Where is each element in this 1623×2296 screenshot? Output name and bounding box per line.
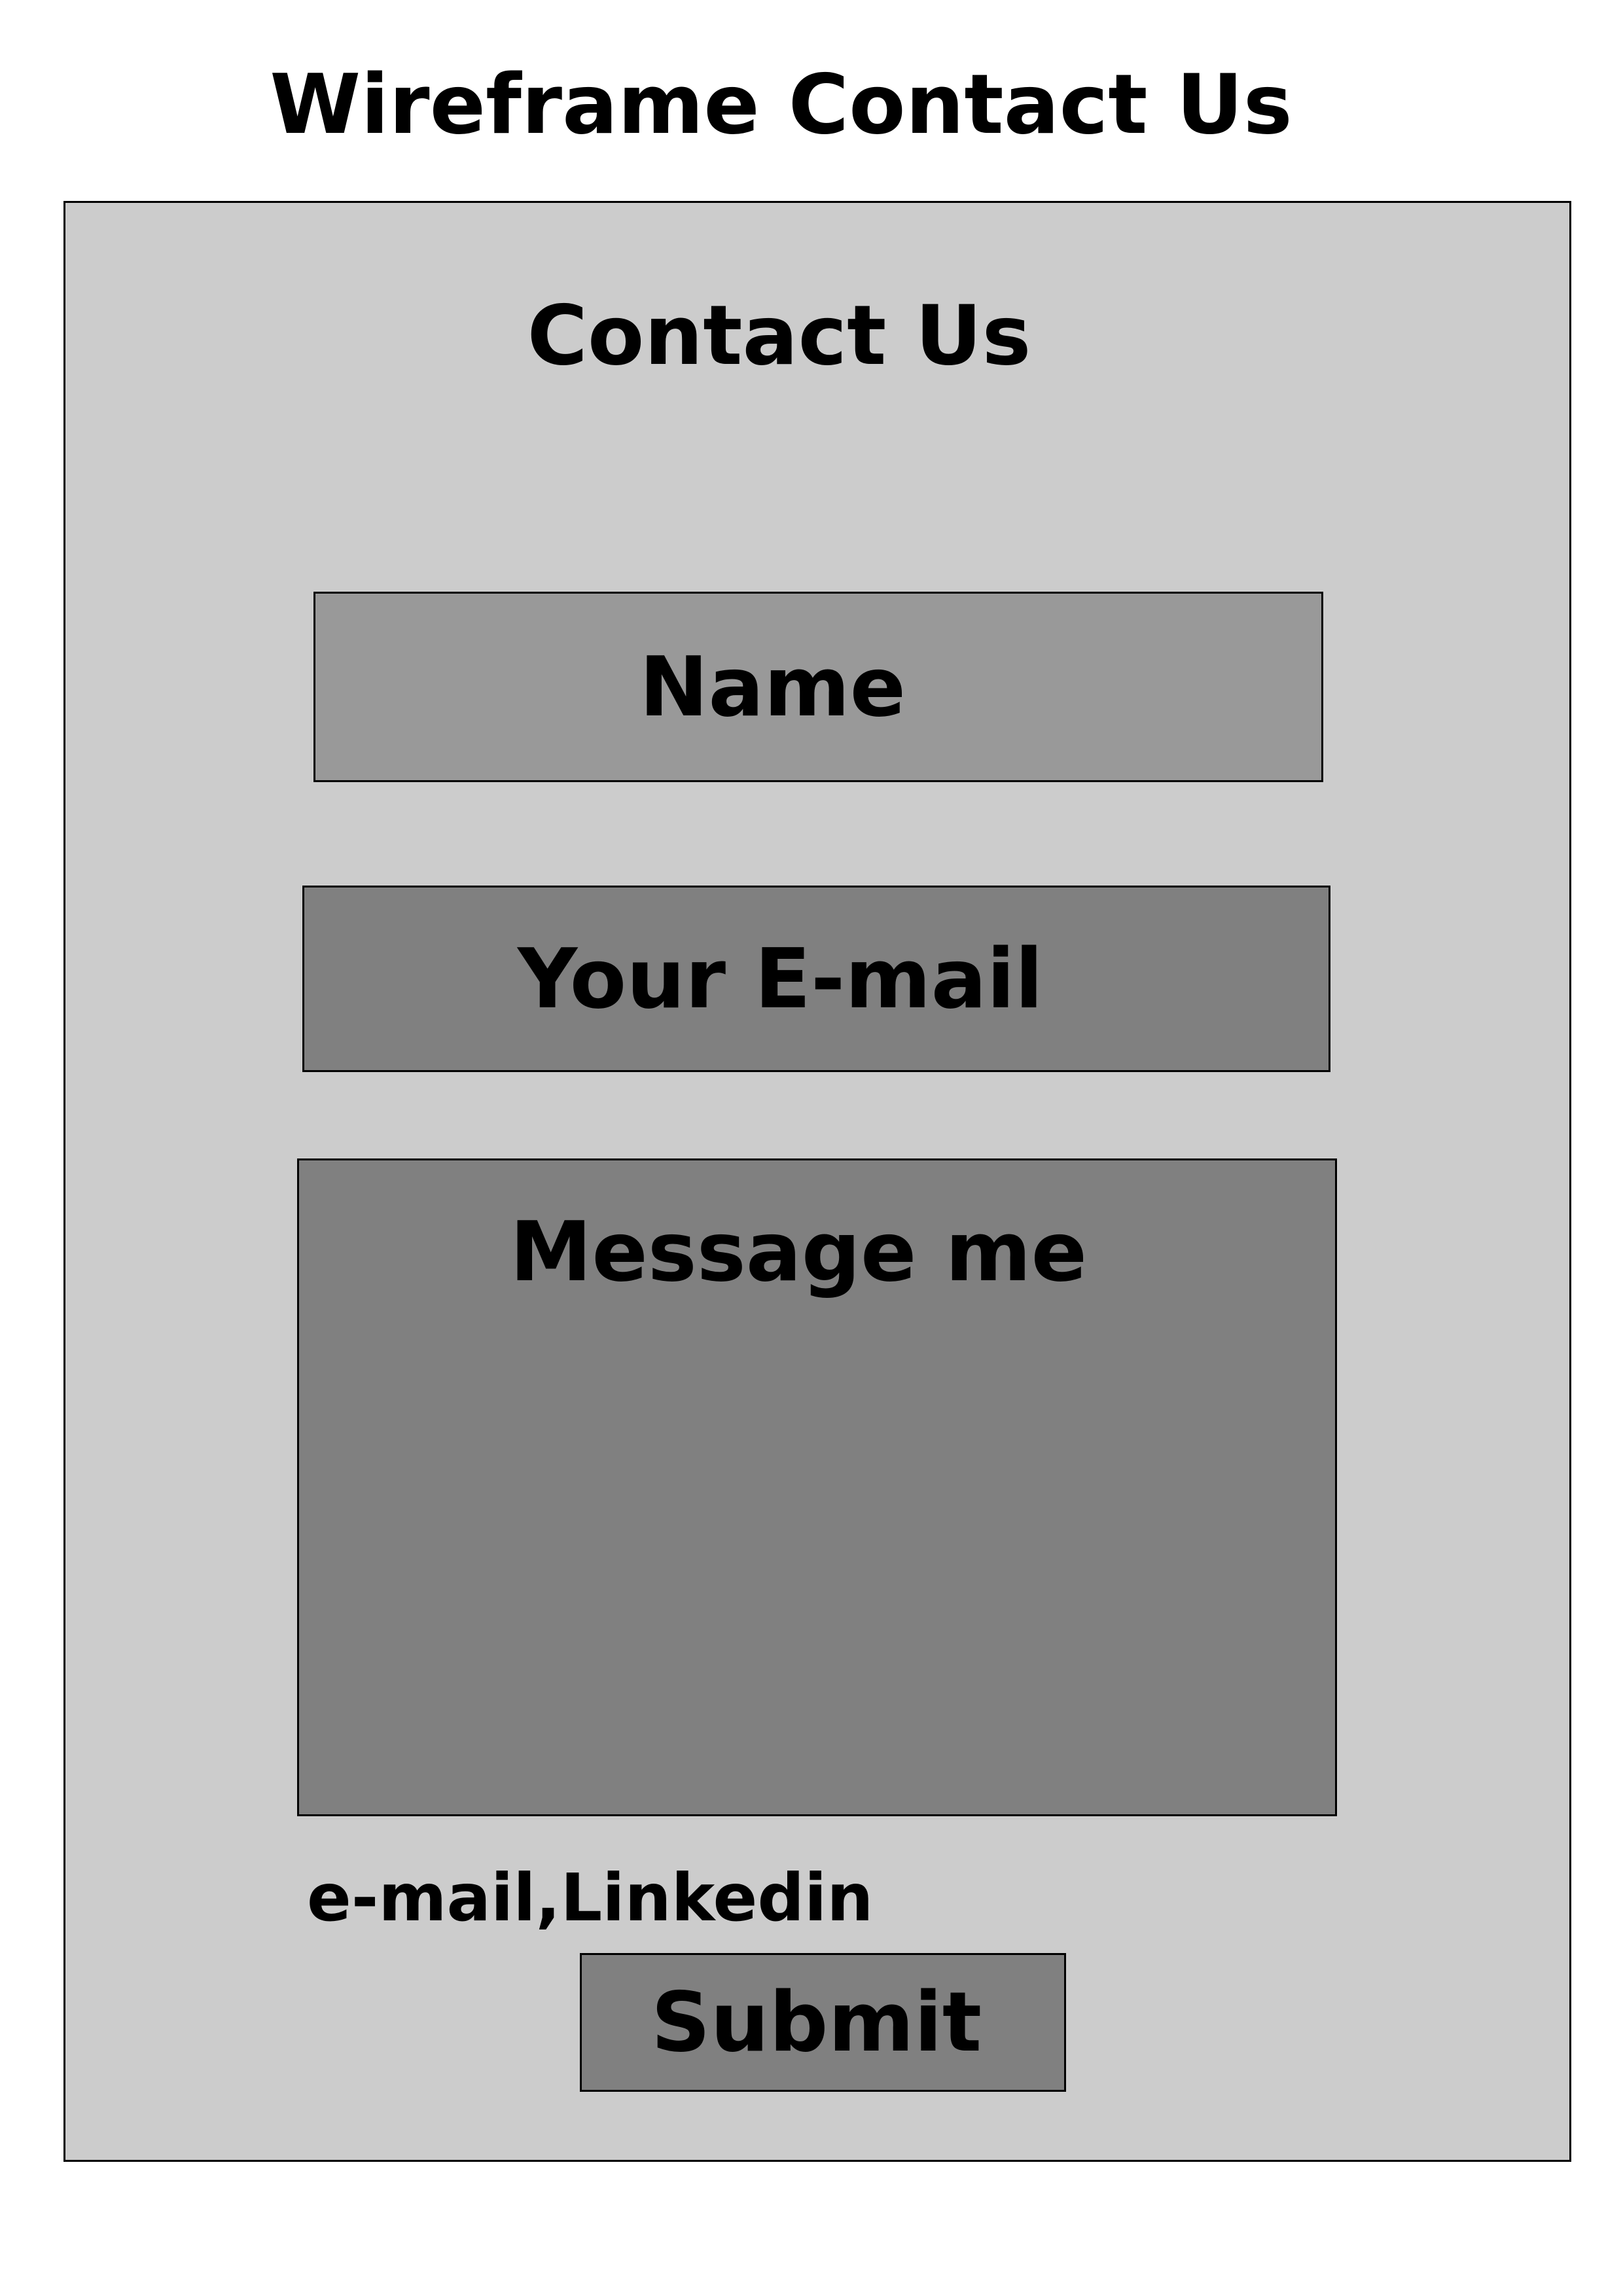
page-title: Wireframe Contact Us xyxy=(270,56,1293,152)
contact-links-text: e-mail,Linkedin xyxy=(307,1859,874,1936)
contact-frame: Contact Us Name Your E-mail Message me e… xyxy=(63,201,1571,2162)
email-field[interactable]: Your E-mail xyxy=(302,886,1330,1072)
name-field[interactable]: Name xyxy=(313,592,1323,782)
contact-heading: Contact Us xyxy=(527,287,1031,384)
message-field-label: Message me xyxy=(509,1204,1088,1300)
message-field[interactable]: Message me xyxy=(297,1158,1337,1816)
submit-button-label: Submit xyxy=(651,1974,982,2070)
submit-button[interactable]: Submit xyxy=(580,1953,1066,2092)
email-field-label: Your E-mail xyxy=(517,931,1043,1027)
name-field-label: Name xyxy=(639,639,906,735)
